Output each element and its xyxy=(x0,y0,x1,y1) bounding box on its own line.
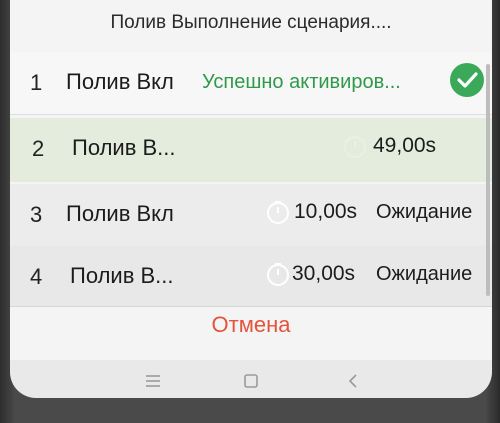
row-timer: 49,00s xyxy=(373,134,437,157)
row-name: Полив В... xyxy=(72,135,176,160)
check-circle-icon xyxy=(450,63,484,97)
scrollbar[interactable] xyxy=(486,64,490,296)
scenario-row-4[interactable]: 4 Полив В... 30,00s Ожидание xyxy=(10,246,492,306)
clock-icon xyxy=(344,136,366,158)
row-index: 2 xyxy=(32,136,45,161)
menu-icon[interactable] xyxy=(142,370,164,392)
scenario-dialog: Полив Выполнение сценария.... 1 Полив Вк… xyxy=(10,0,492,360)
row-name: Полив Вкл xyxy=(66,69,174,94)
clock-icon xyxy=(267,201,289,224)
row-waiting-status: Ожидание xyxy=(376,201,473,223)
row-timer: 30,00s xyxy=(292,262,356,285)
row-index: 4 xyxy=(30,264,43,289)
row-index: 1 xyxy=(30,70,43,95)
row-waiting-status: Ожидание xyxy=(376,263,473,285)
row-timer: 10,00s xyxy=(294,200,358,223)
row-status: Успешно активиров... xyxy=(202,71,401,93)
row-name: Полив В... xyxy=(70,263,174,288)
clock-icon xyxy=(267,263,289,286)
phone-frame: Полив Выполнение сценария.... 1 Полив Вк… xyxy=(0,0,500,423)
cancel-button[interactable]: Отмена xyxy=(10,312,492,338)
scenario-row-2[interactable]: 2 Полив В... 49,00s xyxy=(10,118,492,182)
scenario-row-1[interactable]: 1 Полив Вкл Успешно активиров... xyxy=(10,52,492,115)
home-icon[interactable] xyxy=(240,370,262,392)
phone-screen: Полив Выполнение сценария.... 1 Полив Вк… xyxy=(10,0,492,398)
row-name: Полив Вкл xyxy=(66,201,174,226)
divider xyxy=(10,306,492,307)
system-nav-bar xyxy=(10,362,492,398)
row-index: 3 xyxy=(30,202,43,227)
scenario-row-3[interactable]: 3 Полив Вкл 10,00s Ожидание xyxy=(10,184,492,247)
dialog-title: Полив Выполнение сценария.... xyxy=(110,12,392,33)
back-icon[interactable] xyxy=(342,370,364,392)
